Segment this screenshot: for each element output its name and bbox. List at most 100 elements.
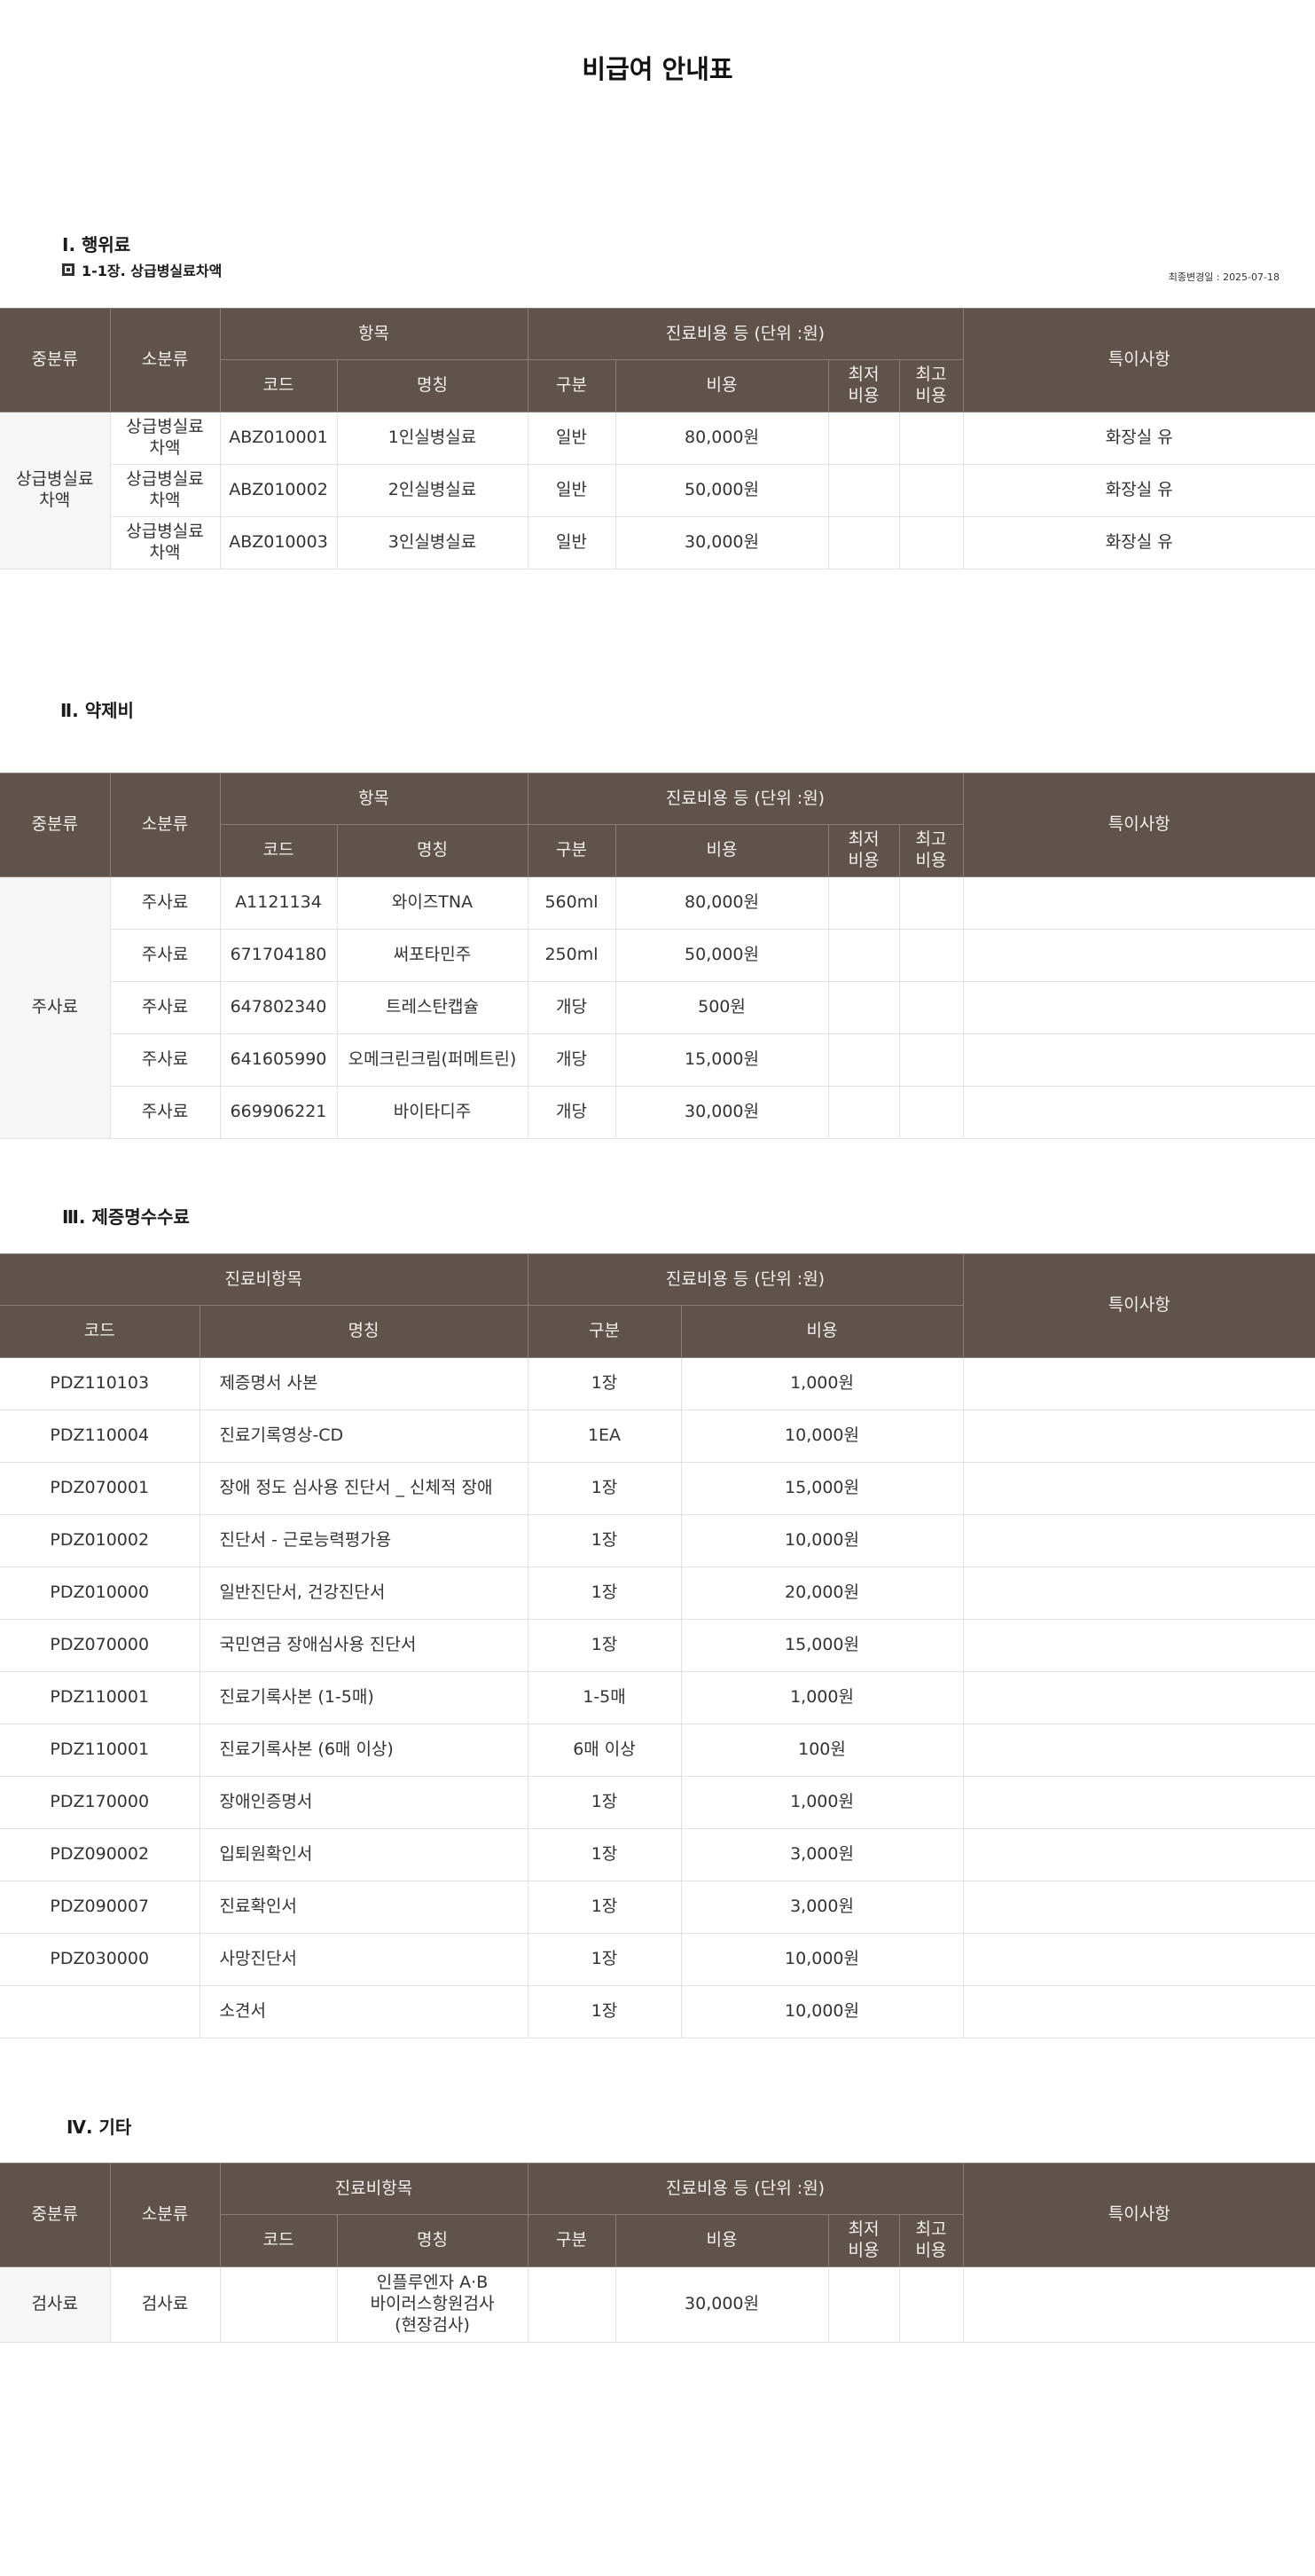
sub-category-cell: 검사료 (109, 2266, 221, 2343)
subsection-label: 1-1장. 상급병실료차액 (82, 263, 223, 279)
note-cell (962, 1357, 1315, 1410)
name-cell: 와이즈TNA (336, 876, 528, 930)
header-cost: 진료비용 등 (단위 :원) (527, 2163, 964, 2215)
min-price-cell (827, 1033, 900, 1087)
code-cell: PDZ090002 (0, 1828, 200, 1881)
division-cell: 개당 (527, 1086, 616, 1139)
name-cell: 진료기록사본 (6매 이상) (199, 1724, 528, 1777)
table-row: 상급병실료 차액 ABZ010003 3인실병실료 일반 30,000원 화장실… (0, 516, 1315, 569)
header-min-price: 최저 비용 (827, 359, 900, 412)
price-cell: 1,000원 (680, 1776, 964, 1829)
header-code: 코드 (220, 2214, 338, 2267)
table-procedure-fees: 중분류 소분류 항목 진료비용 등 (단위 :원) 특이사항 코드 명칭 구분 … (0, 308, 1315, 569)
table-row: PDZ070000 국민연금 장애심사용 진단서 1장 15,000원 (0, 1619, 1315, 1672)
min-price-cell (827, 464, 900, 517)
min-price-cell (827, 2266, 900, 2343)
header-division: 구분 (527, 1305, 682, 1358)
note-cell (962, 1933, 1315, 1986)
division-cell: 1장 (527, 1985, 682, 2038)
note-cell (962, 1985, 1315, 2038)
note-cell (962, 1462, 1315, 1515)
max-price-cell (898, 981, 964, 1034)
name-cell: 소견서 (199, 1985, 528, 2038)
table-row: 주사료 669906221 바이타디주 개당 30,000원 (0, 1086, 1315, 1139)
header-max-price: 최고 비용 (898, 824, 963, 877)
header-note: 특이사항 (962, 773, 1315, 877)
header-max-price: 최고 비용 (898, 359, 963, 412)
sub-category-cell: 주사료 (110, 1033, 221, 1087)
code-cell: 669906221 (219, 1086, 338, 1139)
table-row: 주사료 647802340 트레스탄캡슐 개당 500원 (0, 981, 1315, 1034)
table-row: PDZ030000 사망진단서 1장 10,000원 (0, 1933, 1315, 1986)
note-cell (962, 1828, 1315, 1881)
division-cell: 1장 (527, 1357, 682, 1410)
code-cell: 641605990 (219, 1033, 338, 1087)
price-cell: 10,000원 (680, 1933, 964, 1986)
square-bullet-icon (62, 263, 74, 276)
table-row: 소견서 1장 10,000원 (0, 1985, 1315, 2038)
name-cell: 써포타민주 (336, 929, 528, 982)
division-cell: 개당 (527, 1033, 616, 1087)
name-cell: 진료기록사본 (1-5매) (199, 1671, 528, 1724)
name-cell: 1인실병실료 (336, 412, 528, 465)
code-cell: PDZ170000 (0, 1776, 200, 1829)
header-mid-category: 중분류 (0, 773, 111, 877)
header-sub-category: 소분류 (109, 2163, 221, 2267)
table-medication-fees: 중분류 소분류 항목 진료비용 등 (단위 :원) 특이사항 코드 명칭 구분 … (0, 773, 1315, 1139)
code-cell: PDZ070001 (0, 1462, 200, 1515)
max-price-cell (898, 876, 964, 930)
sub-category-cell: 주사료 (109, 876, 221, 930)
price-cell: 10,000원 (680, 1985, 964, 2038)
name-cell: 바이타디주 (336, 1086, 528, 1139)
header-division: 구분 (527, 359, 616, 412)
header-division: 구분 (527, 2214, 616, 2267)
header-item: 진료비항목 (0, 1253, 528, 1306)
table-row: PDZ110103 제증명서 사본 1장 1,000원 (0, 1357, 1315, 1410)
division-cell: 일반 (527, 464, 616, 517)
division-cell: 1장 (527, 1514, 682, 1567)
table-row: PDZ110001 진료기록사본 (1-5매) 1-5매 1,000원 (0, 1671, 1315, 1724)
note-cell (962, 1724, 1315, 1777)
code-cell: 647802340 (219, 981, 338, 1034)
division-cell: 일반 (527, 412, 616, 465)
note-cell (962, 1881, 1315, 1934)
min-price-cell (827, 412, 900, 465)
max-price-cell (898, 412, 964, 465)
header-mid-category: 중분류 (0, 308, 111, 412)
header-price: 비용 (614, 824, 829, 877)
code-cell (219, 2266, 338, 2343)
header-sub-category: 소분류 (109, 308, 221, 412)
price-cell: 100원 (680, 1724, 964, 1777)
name-cell: 입퇴원확인서 (199, 1828, 528, 1881)
table-row: PDZ010000 일반진단서, 건강진단서 1장 20,000원 (0, 1567, 1315, 1620)
table-certificate-fees: 진료비항목 진료비용 등 (단위 :원) 특이사항 코드 명칭 구분 비용 PD… (0, 1253, 1315, 2038)
max-price-cell (898, 1086, 964, 1139)
table-row: PDZ010002 진단서 - 근로능력평가용 1장 10,000원 (0, 1514, 1315, 1567)
subsection-heading: 1-1장. 상급병실료차액 (62, 259, 222, 280)
price-cell: 50,000원 (614, 464, 829, 517)
header-note: 특이사항 (962, 308, 1315, 412)
page-title: 비급여 안내표 (582, 54, 733, 84)
table-row: PDZ110004 진료기록영상-CD 1EA 10,000원 (0, 1410, 1315, 1463)
name-cell: 진단서 - 근로능력평가용 (199, 1514, 528, 1567)
code-cell: PDZ010002 (0, 1514, 200, 1567)
table-row: 주사료 641605990 오메크린크림(퍼메트린) 개당 15,000원 (0, 1033, 1315, 1087)
section-heading-other: Ⅳ. 기타 (67, 2117, 132, 2138)
table-row: PDZ110001 진료기록사본 (6매 이상) 6매 이상 100원 (0, 1724, 1315, 1777)
name-cell: 인플루엔자 A·B 바이러스항원검사 (현장검사) (336, 2266, 528, 2343)
table-row: 주사료 671704180 써포타민주 250ml 50,000원 (0, 929, 1315, 982)
header-cost: 진료비용 등 (단위 :원) (527, 1253, 964, 1306)
header-code: 코드 (220, 824, 338, 877)
table-row: PDZ090002 입퇴원확인서 1장 3,000원 (0, 1828, 1315, 1881)
price-cell: 50,000원 (614, 929, 829, 982)
price-cell: 30,000원 (614, 516, 829, 569)
code-cell: PDZ110001 (0, 1671, 200, 1724)
section-heading-certificates: Ⅲ. 제증명수수료 (62, 1206, 190, 1228)
table-row: 상급병실료 차액 상급병실료 차액 ABZ010001 1인실병실료 일반 80… (0, 412, 1315, 569)
division-cell: 1장 (527, 1776, 682, 1829)
code-cell: PDZ110001 (0, 1724, 200, 1777)
section-heading-procedure: Ⅰ. 행위료 (62, 234, 131, 255)
header-max-price: 최고 비용 (898, 2214, 963, 2267)
sub-category-cell: 주사료 (110, 929, 221, 982)
name-cell: 2인실병실료 (336, 464, 528, 517)
